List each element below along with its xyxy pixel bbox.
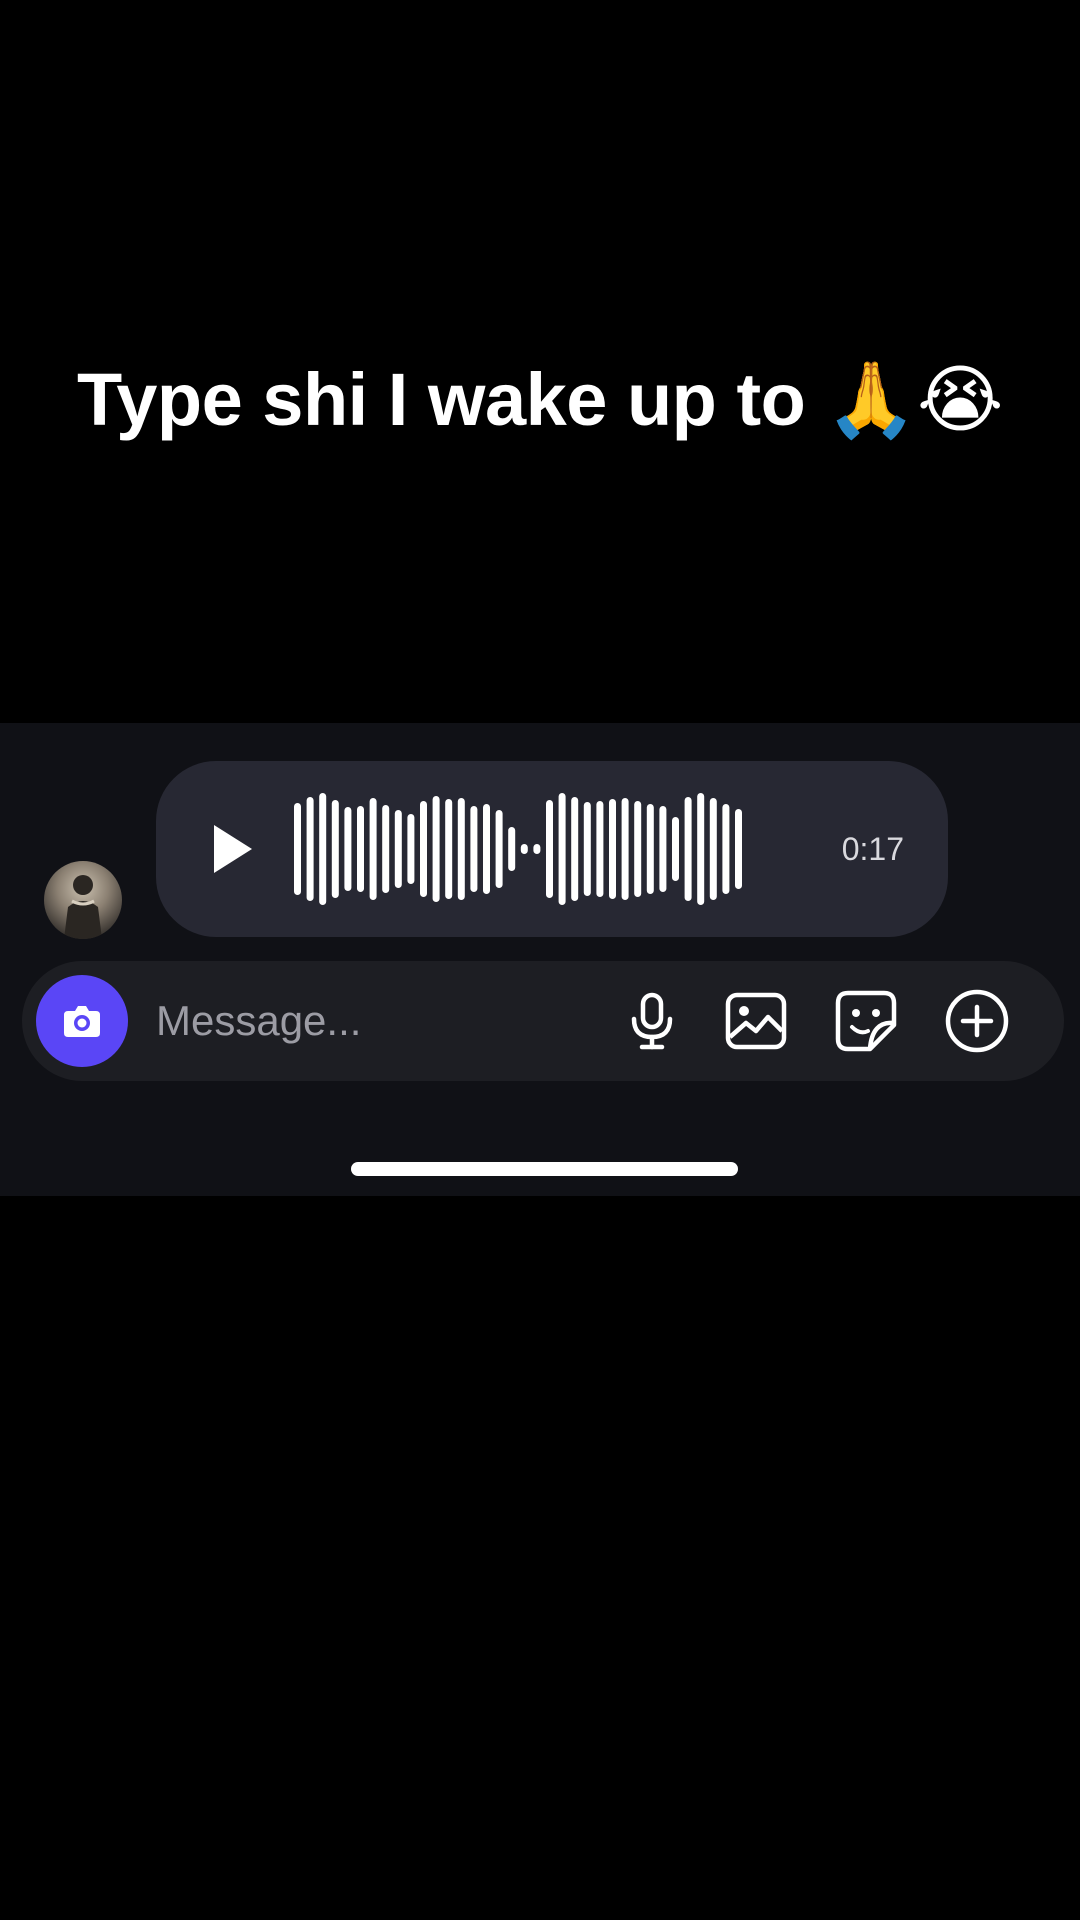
waveform-bar — [357, 806, 364, 892]
image-icon — [725, 992, 787, 1050]
play-button[interactable] — [202, 819, 262, 879]
waveform-bar — [394, 810, 402, 888]
audio-waveform — [294, 793, 742, 905]
waveform-bar — [420, 801, 427, 897]
waveform-bar — [709, 798, 717, 900]
waveform-bar — [483, 804, 490, 894]
waveform-bar — [621, 798, 629, 900]
more-button[interactable] — [943, 987, 1011, 1055]
waveform-bar — [684, 797, 692, 901]
sender-avatar[interactable] — [44, 861, 122, 939]
waveform-bar — [558, 793, 566, 905]
waveform-bar — [533, 844, 541, 854]
caption-text: Type shi I wake up to — [77, 358, 806, 441]
waveform-bar — [344, 807, 352, 891]
sticker-icon — [835, 990, 897, 1052]
microphone-button[interactable] — [618, 987, 686, 1055]
voice-duration: 0:17 — [841, 831, 904, 867]
waveform-bar — [432, 796, 440, 902]
waveform-bar — [369, 798, 377, 900]
video-caption: Type shi I wake up to 🙏😭 — [0, 350, 1080, 450]
home-indicator[interactable] — [351, 1162, 738, 1176]
avatar-image — [64, 875, 102, 939]
waveform-bar — [659, 806, 667, 892]
waveform-bar — [571, 797, 579, 901]
waveform-bar — [672, 817, 679, 881]
plus-circle-icon — [945, 989, 1009, 1053]
voice-message-bubble[interactable]: 0:17 — [156, 761, 948, 937]
message-composer — [22, 961, 1064, 1081]
waveform-bar — [382, 805, 390, 893]
waveform-bar — [445, 799, 453, 899]
waveform-bar — [306, 797, 314, 901]
waveform-bar — [735, 809, 742, 889]
waveform-bar — [697, 793, 705, 905]
message-input[interactable] — [156, 991, 606, 1051]
microphone-icon — [631, 992, 673, 1050]
waveform-bar — [331, 800, 339, 898]
waveform-bar — [294, 803, 301, 895]
camera-icon — [64, 1006, 100, 1037]
waveform-bar — [457, 798, 465, 900]
waveform-bar — [520, 844, 528, 854]
waveform-bar — [407, 814, 415, 884]
waveform-bar — [470, 806, 478, 892]
waveform-bar — [495, 810, 503, 888]
gallery-button[interactable] — [722, 987, 790, 1055]
waveform-bar — [583, 802, 591, 896]
play-icon — [214, 825, 252, 873]
screen: Type shi I wake up to 🙏😭 0:17 — [0, 0, 1080, 1920]
waveform-bar — [596, 801, 604, 897]
waveform-bar — [546, 800, 553, 898]
waveform-bar — [508, 827, 516, 871]
caption-emojis: 🙏😭 — [825, 357, 1003, 443]
waveform-bar — [319, 793, 327, 905]
waveform-bar — [634, 801, 642, 897]
waveform-bar — [609, 799, 616, 899]
camera-button[interactable] — [36, 975, 128, 1067]
waveform-bar — [722, 804, 730, 894]
sticker-button[interactable] — [832, 987, 900, 1055]
waveform-bar — [646, 804, 654, 894]
